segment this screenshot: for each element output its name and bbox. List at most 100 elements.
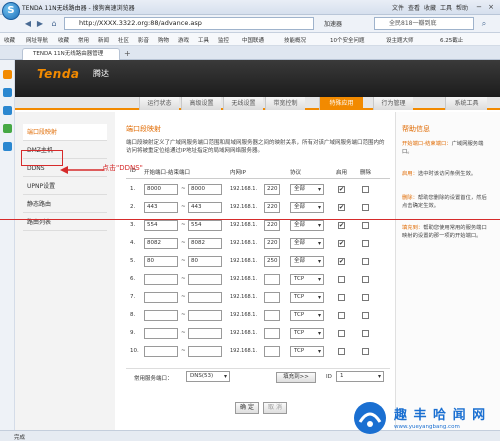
protocol-select[interactable]: 全部 <box>290 202 324 213</box>
enable-checkbox[interactable] <box>338 330 345 337</box>
app-icon[interactable] <box>3 124 12 133</box>
enable-checkbox[interactable]: ✔ <box>338 240 345 247</box>
end-port-input[interactable] <box>188 328 222 339</box>
home-icon[interactable]: ⌂ <box>48 18 60 30</box>
start-port-input[interactable]: 554 <box>144 220 178 231</box>
app-icon[interactable] <box>3 88 12 97</box>
ip-suffix-input[interactable]: 220 <box>264 238 280 249</box>
tab-router-admin[interactable]: TENDA 11N无线路由器管理 <box>22 48 120 60</box>
menu-file[interactable]: 文件 <box>392 3 404 12</box>
tab-system-tools[interactable]: 系统工具 <box>445 97 487 110</box>
fav-item[interactable]: 收藏 <box>4 36 15 44</box>
protocol-select[interactable]: 全部 <box>290 256 324 267</box>
cancel-button[interactable]: 取 消 <box>263 402 287 414</box>
fav-item[interactable]: 网址导航 <box>26 36 48 44</box>
protocol-select[interactable]: TCP <box>290 274 324 285</box>
protocol-select[interactable]: 全部 <box>290 238 324 249</box>
fav-item[interactable]: 游戏 <box>178 36 189 44</box>
fav-item[interactable]: 设主题大师 <box>386 36 414 44</box>
tab-bandwidth[interactable]: 带宽控制 <box>265 97 305 110</box>
sidebar-item-port-range[interactable]: 端口段映射 <box>23 124 107 141</box>
fav-item[interactable]: 6.25截止 <box>440 36 463 44</box>
end-port-input[interactable]: 8082 <box>188 238 222 249</box>
minimize-icon[interactable]: − <box>474 2 484 12</box>
start-port-input[interactable]: 8000 <box>144 184 178 195</box>
delete-checkbox[interactable] <box>362 312 369 319</box>
start-port-input[interactable] <box>144 274 178 285</box>
app-icon[interactable] <box>3 142 12 151</box>
end-port-input[interactable]: 80 <box>188 256 222 267</box>
start-port-input[interactable] <box>144 310 178 321</box>
delete-checkbox[interactable] <box>362 204 369 211</box>
id-select[interactable]: 1 <box>336 371 384 382</box>
ip-suffix-input[interactable]: 250 <box>264 256 280 267</box>
protocol-select[interactable]: 全部 <box>290 184 324 195</box>
fill-button[interactable]: 填充到>> <box>276 372 316 383</box>
tab-advanced[interactable]: 高级设置 <box>181 97 221 110</box>
common-service-select[interactable]: DNS(53) <box>186 371 230 382</box>
accelerator-button[interactable]: 加速器 <box>324 19 342 28</box>
end-port-input[interactable] <box>188 310 222 321</box>
tab-wireless[interactable]: 无线设置 <box>223 97 263 110</box>
fav-item[interactable]: 常用 <box>78 36 89 44</box>
start-port-input[interactable]: 80 <box>144 256 178 267</box>
sidebar-item-route-list[interactable]: 路由列表 <box>23 214 107 231</box>
delete-checkbox[interactable] <box>362 330 369 337</box>
ip-suffix-input[interactable] <box>264 292 280 303</box>
fav-item[interactable]: 社区 <box>118 36 129 44</box>
delete-checkbox[interactable] <box>362 348 369 355</box>
fav-item[interactable]: 技能概况 <box>284 36 306 44</box>
tab-special-apps[interactable]: 特殊应用 <box>319 97 363 110</box>
protocol-select[interactable]: TCP <box>290 346 324 357</box>
menu-help[interactable]: 帮助 <box>456 3 468 12</box>
fav-item[interactable]: 收藏 <box>58 36 69 44</box>
delete-checkbox[interactable] <box>362 186 369 193</box>
delete-checkbox[interactable] <box>362 294 369 301</box>
enable-checkbox[interactable] <box>338 348 345 355</box>
fav-item[interactable]: 影音 <box>138 36 149 44</box>
ip-suffix-input[interactable] <box>264 274 280 285</box>
fav-item[interactable]: 监控 <box>218 36 229 44</box>
start-port-input[interactable] <box>144 292 178 303</box>
delete-checkbox[interactable] <box>362 276 369 283</box>
enable-checkbox[interactable]: ✔ <box>338 204 345 211</box>
delete-checkbox[interactable] <box>362 240 369 247</box>
enable-checkbox[interactable] <box>338 276 345 283</box>
end-port-input[interactable]: 443 <box>188 202 222 213</box>
end-port-input[interactable] <box>188 346 222 357</box>
start-port-input[interactable] <box>144 328 178 339</box>
protocol-select[interactable]: TCP <box>290 292 324 303</box>
fav-item[interactable]: 购物 <box>158 36 169 44</box>
ip-suffix-input[interactable] <box>264 346 280 357</box>
ip-suffix-input[interactable]: 220 <box>264 220 280 231</box>
ip-suffix-input[interactable] <box>264 310 280 321</box>
end-port-input[interactable] <box>188 292 222 303</box>
enable-checkbox[interactable] <box>338 312 345 319</box>
start-port-input[interactable] <box>144 346 178 357</box>
enable-checkbox[interactable]: ✔ <box>338 258 345 265</box>
protocol-select[interactable]: 全部 <box>290 220 324 231</box>
tab-status[interactable]: 运行状态 <box>139 97 179 110</box>
end-port-input[interactable]: 8000 <box>188 184 222 195</box>
start-port-input[interactable]: 8082 <box>144 238 178 249</box>
fav-item[interactable]: 新闻 <box>98 36 109 44</box>
enable-checkbox[interactable]: ✔ <box>338 222 345 229</box>
menu-favorites[interactable]: 收藏 <box>424 3 436 12</box>
protocol-select[interactable]: TCP <box>290 328 324 339</box>
app-icon[interactable] <box>3 70 12 79</box>
search-input[interactable]: 全民818一瓣到底 <box>374 17 474 30</box>
new-tab-icon[interactable]: + <box>124 49 131 58</box>
enable-checkbox[interactable] <box>338 294 345 301</box>
close-icon[interactable]: × <box>486 2 496 12</box>
back-icon[interactable]: ◀ <box>22 18 34 30</box>
fav-item[interactable]: 中国联通 <box>242 36 264 44</box>
start-port-input[interactable]: 443 <box>144 202 178 213</box>
sidebar-item-static-route[interactable]: 静态路由 <box>23 196 107 213</box>
ip-suffix-input[interactable] <box>264 328 280 339</box>
sidebar-item-upnp[interactable]: UPNP设置 <box>23 178 107 195</box>
fav-item[interactable]: 10个安全问题 <box>330 36 365 44</box>
ok-button[interactable]: 确 定 <box>235 402 259 414</box>
ip-suffix-input[interactable]: 220 <box>264 202 280 213</box>
ip-suffix-input[interactable]: 220 <box>264 184 280 195</box>
url-input[interactable]: http://XXXX.3322.org:88/advance.asp <box>64 17 314 30</box>
